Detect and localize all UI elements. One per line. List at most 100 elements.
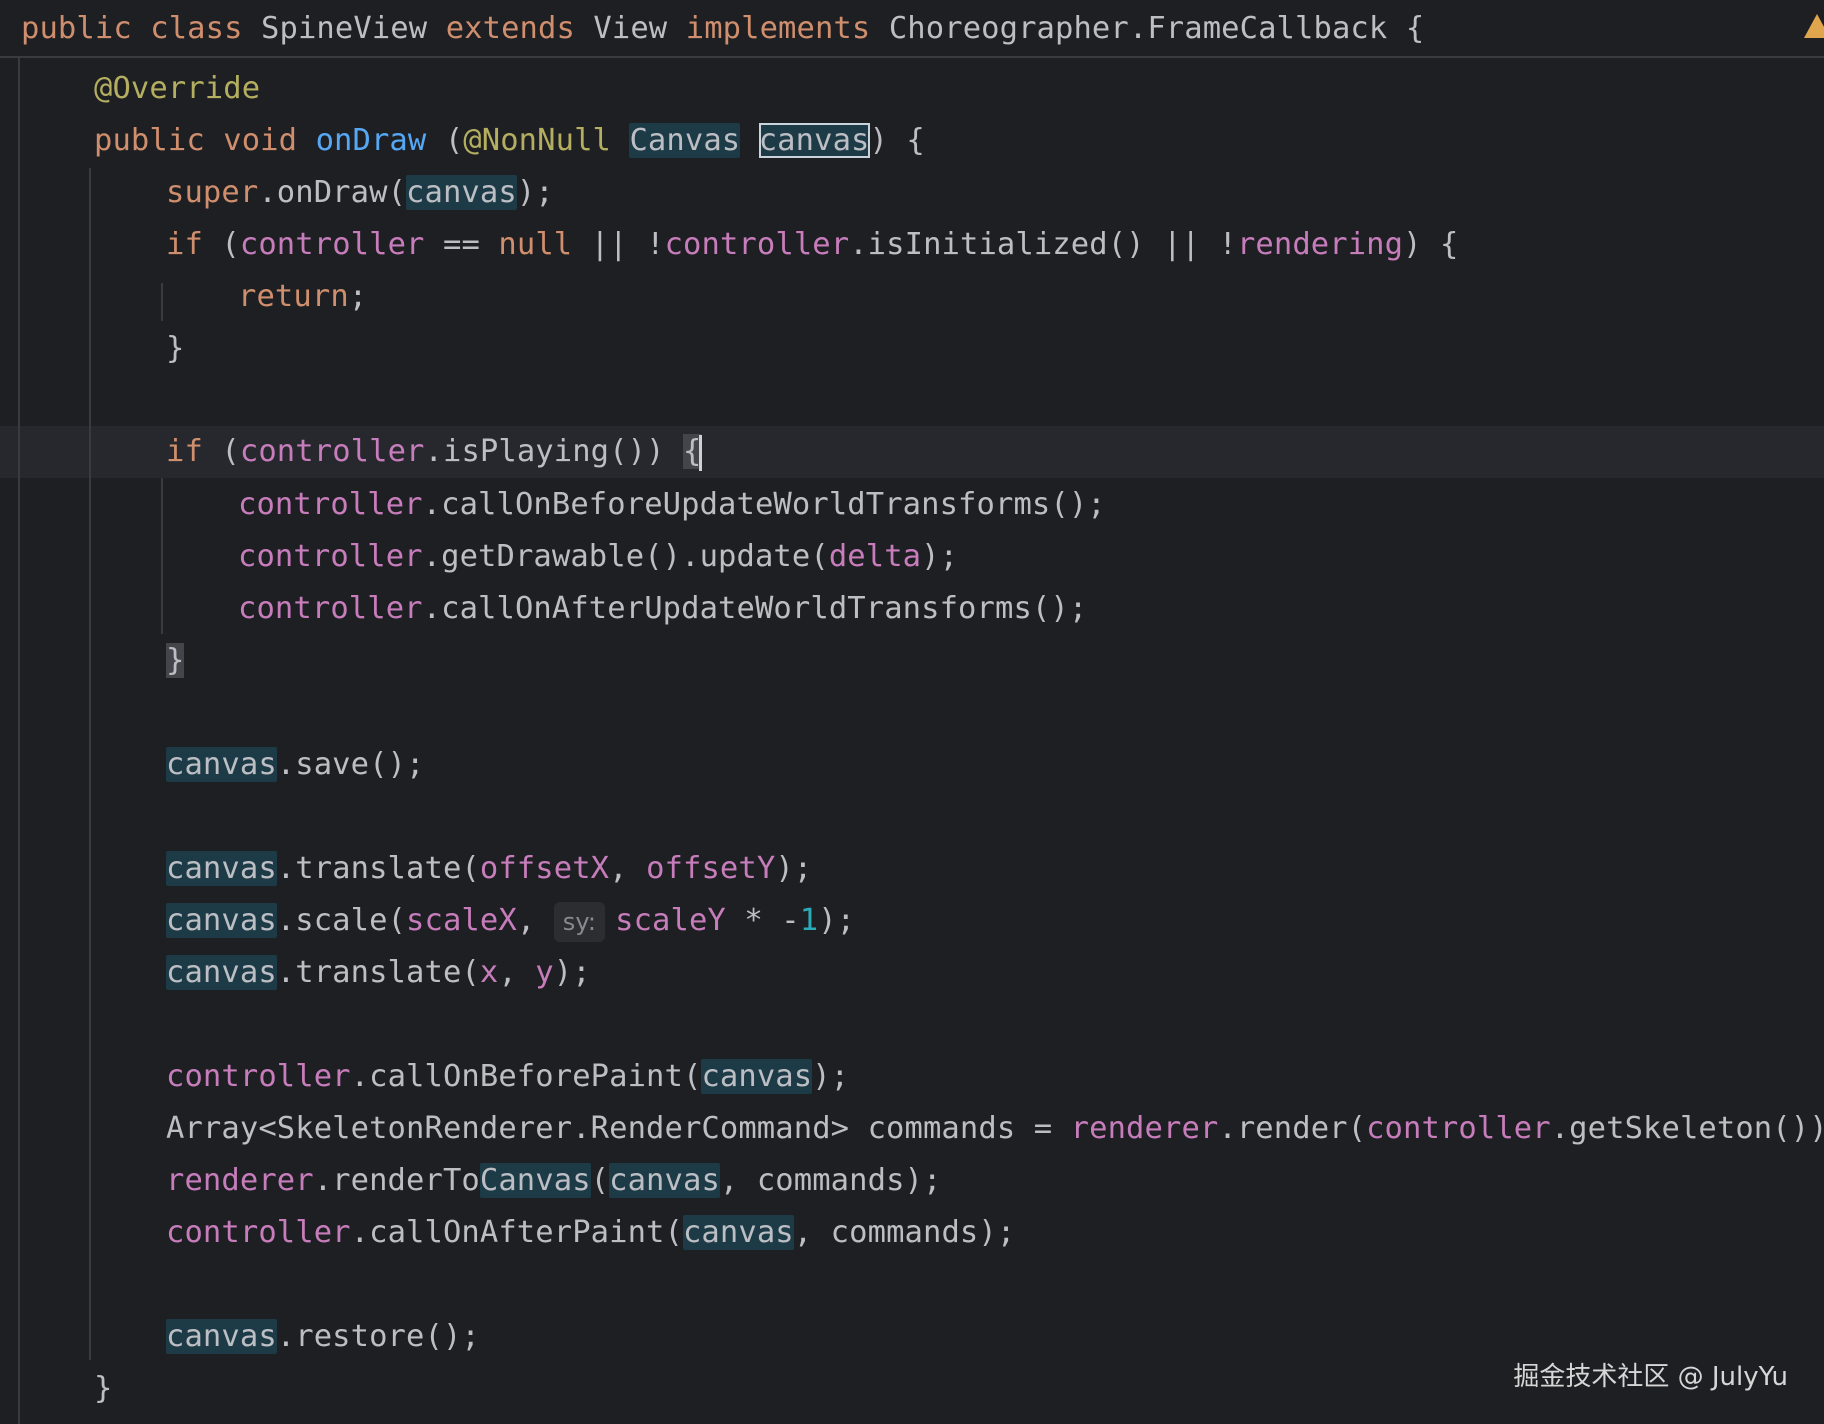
indent-guide-method	[89, 168, 91, 1360]
code-line-before-paint[interactable]: controller.callOnBeforePaint(canvas);	[166, 1051, 849, 1103]
canvas-ref[interactable]: canvas	[166, 851, 277, 886]
code-line-translate-xy[interactable]: canvas.translate(x, y);	[166, 947, 591, 999]
operator-or: || !	[590, 227, 665, 262]
code-line-after-paint[interactable]: controller.callOnAfterPaint(canvas, comm…	[166, 1207, 1015, 1259]
code-line-method-close[interactable]: }	[94, 1363, 112, 1415]
controller-field[interactable]: controller	[238, 591, 423, 626]
get-skeleton-call: .getSkeleton());	[1550, 1111, 1824, 1146]
watermark: 掘金技术社区 @ JulyYu	[1513, 1362, 1788, 1392]
parameter-hint[interactable]: sy:	[553, 901, 606, 942]
controller-field[interactable]: controller	[1366, 1111, 1551, 1146]
delta-field[interactable]: delta	[829, 539, 921, 574]
super-call: .onDraw(	[258, 175, 407, 210]
kw-public: public	[21, 11, 132, 46]
restore-call: .restore();	[276, 1319, 480, 1354]
code-line-return[interactable]: return;	[238, 271, 367, 323]
kw-null: null	[498, 227, 573, 262]
controller-field[interactable]: controller	[166, 1059, 351, 1094]
canvas-ref[interactable]: canvas	[166, 903, 277, 938]
is-playing-call: .isPlaying())	[424, 434, 665, 469]
code-line-if-check[interactable]: if (controller == null || !controller.is…	[166, 219, 1459, 271]
render-call: .render(	[1218, 1111, 1367, 1146]
indent-guide-if	[161, 283, 163, 321]
translate-call: .translate(	[276, 851, 480, 886]
statement-end: );	[775, 851, 813, 886]
code-line-close-if[interactable]: }	[166, 323, 184, 375]
code-line-update[interactable]: controller.getDrawable().update(delta);	[238, 531, 958, 583]
code-line-after-update[interactable]: controller.callOnAfterUpdateWorldTransfo…	[238, 583, 1087, 635]
rendering-field[interactable]: rendering	[1237, 227, 1403, 262]
statement-end: );	[818, 903, 856, 938]
canvas-ref[interactable]: canvas	[166, 747, 277, 782]
code-line-save[interactable]: canvas.save();	[166, 739, 424, 791]
paren: (	[444, 123, 464, 158]
y-field[interactable]: y	[535, 955, 553, 990]
offset-x-field[interactable]: offsetX	[480, 851, 609, 886]
controller-field[interactable]: controller	[240, 434, 425, 469]
code-line-scale[interactable]: canvas.scale(scaleX, sy: scaleY * -1);	[166, 895, 855, 947]
renderer-field[interactable]: renderer	[1071, 1111, 1219, 1146]
comma: ,	[516, 903, 536, 938]
number-literal: 1	[799, 903, 819, 938]
code-line-translate-offset[interactable]: canvas.translate(offsetX, offsetY);	[166, 843, 812, 895]
class-declaration: public class SpineView extends View impl…	[21, 3, 1424, 55]
code-line-super-call[interactable]: super.onDraw(canvas);	[166, 167, 554, 219]
code-line-if-playing[interactable]: if (controller.isPlaying()) {	[166, 426, 703, 478]
kw-class: class	[150, 11, 243, 46]
param-type[interactable]: Canvas	[629, 123, 741, 158]
kw-if: if	[166, 227, 203, 262]
kw-void: void	[223, 123, 298, 158]
statement-end: , commands);	[793, 1215, 1016, 1250]
canvas-ref[interactable]: canvas	[166, 955, 277, 990]
scale-call: .scale(	[276, 903, 407, 938]
code-line-close-if-playing[interactable]: }	[166, 635, 185, 687]
class-name[interactable]: SpineView	[261, 11, 427, 46]
controller-field[interactable]: controller	[238, 487, 423, 522]
code-line-commands[interactable]: Array<SkeletonRenderer.RenderCommand> co…	[166, 1103, 1824, 1155]
after-paint-call: .callOnAfterPaint(	[350, 1215, 683, 1250]
indent-guide-if-playing	[161, 478, 163, 634]
canvas-ref[interactable]: canvas	[406, 175, 517, 210]
comma: ,	[609, 851, 628, 886]
kw-return: return	[238, 279, 349, 314]
interface-name[interactable]: Choreographer.FrameCallback	[889, 11, 1388, 46]
scale-x-field[interactable]: scaleX	[406, 903, 517, 938]
param-name-selected[interactable]: canvas	[758, 123, 870, 158]
x-field[interactable]: x	[480, 955, 498, 990]
indent-guide-class	[18, 58, 20, 1424]
open-brace: {	[1405, 11, 1425, 46]
code-line-render-to-canvas[interactable]: renderer.renderToCanvas(canvas, commands…	[166, 1155, 941, 1207]
statement-end: , commands);	[719, 1163, 942, 1198]
controller-field[interactable]: controller	[240, 227, 425, 262]
renderer-field[interactable]: renderer	[166, 1163, 314, 1198]
canvas-ref[interactable]: canvas	[701, 1059, 813, 1094]
statement-end: );	[553, 955, 591, 990]
kw-extends: extends	[445, 11, 575, 46]
close-brace: }	[166, 331, 185, 366]
paren-brace: ) {	[1403, 227, 1459, 262]
controller-field[interactable]: controller	[238, 539, 423, 574]
code-editor[interactable]: public class SpineView extends View impl…	[0, 0, 1824, 1424]
statement-end: );	[812, 1059, 850, 1094]
code-line-restore[interactable]: canvas.restore();	[166, 1311, 480, 1363]
after-update-call: .callOnAfterUpdateWorldTransforms();	[422, 591, 1088, 626]
code-line-before-update[interactable]: controller.callOnBeforeUpdateWorldTransf…	[238, 479, 1106, 531]
scale-y-field[interactable]: scaleY	[615, 903, 726, 938]
parent-class[interactable]: View	[593, 11, 667, 46]
canvas-ref[interactable]: canvas	[609, 1163, 720, 1198]
canvas-ref[interactable]: canvas	[682, 1215, 794, 1250]
nonnull-annotation: @NonNull	[463, 123, 611, 158]
warning-icon[interactable]	[1804, 14, 1824, 38]
controller-field[interactable]: controller	[166, 1215, 351, 1250]
canvas-ref[interactable]: canvas	[166, 1319, 277, 1354]
offset-y-field[interactable]: offsetY	[646, 851, 775, 886]
code-line-method-signature[interactable]: public void onDraw (@NonNull Canvas canv…	[94, 115, 925, 167]
before-paint-call: .callOnBeforePaint(	[350, 1059, 702, 1094]
code-line-annotation[interactable]: @Override	[94, 63, 260, 115]
sticky-class-header[interactable]: public class SpineView extends View impl…	[0, 0, 1824, 58]
kw-public: public	[94, 123, 205, 158]
method-name[interactable]: onDraw	[316, 123, 427, 158]
controller-field[interactable]: controller	[665, 227, 850, 262]
statement-end: );	[921, 539, 959, 574]
before-update-call: .callOnBeforeUpdateWorldTransforms();	[422, 487, 1106, 522]
